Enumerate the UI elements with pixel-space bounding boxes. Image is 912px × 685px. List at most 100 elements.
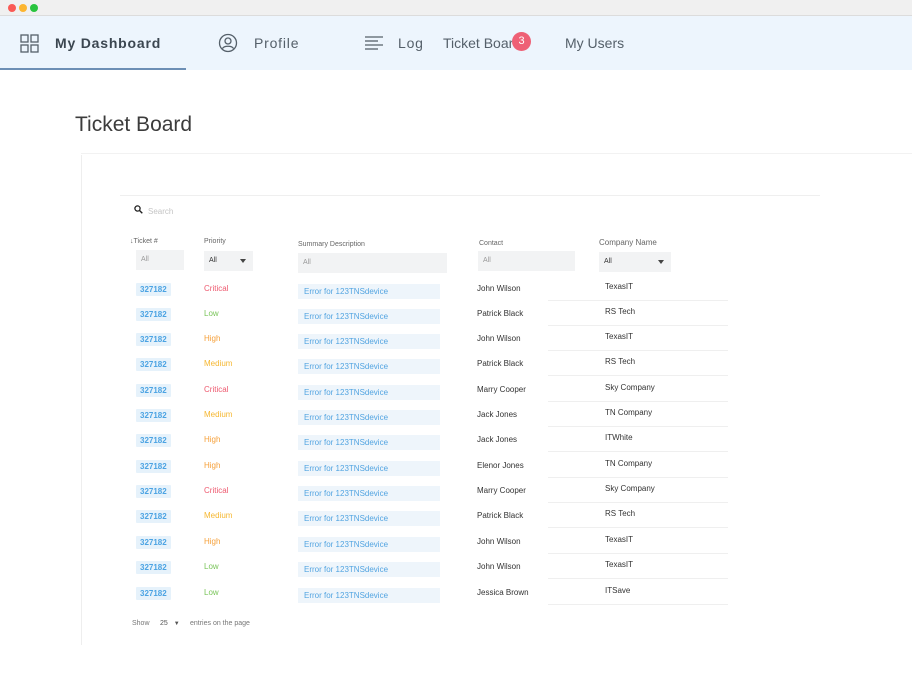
company-name: ITWhite (605, 433, 633, 442)
minimize-window-button[interactable] (19, 4, 27, 12)
summary-link[interactable]: Error for 123TNSdevice (298, 486, 440, 501)
chevron-down-icon (658, 260, 664, 264)
contact-name: Elenor Jones (477, 461, 524, 470)
ticket-id-link[interactable]: 327182 (136, 358, 171, 371)
priority-label: High (204, 537, 221, 546)
priority-label: High (204, 461, 221, 470)
column-header-priority[interactable]: Priority (204, 238, 226, 245)
footer-show-label: Show (132, 620, 150, 627)
priority-label: Medium (204, 511, 233, 520)
row-divider (548, 553, 728, 554)
list-lines-icon (365, 36, 383, 50)
ticket-id-link[interactable]: 327182 (136, 308, 171, 321)
ticket-id-link[interactable]: 327182 (136, 409, 171, 422)
summary-filter-input[interactable]: All (298, 253, 447, 273)
contact-name: John Wilson (477, 537, 521, 546)
company-name: TexasIT (605, 282, 634, 291)
ticket-id-link[interactable]: 327182 (136, 587, 171, 600)
contact-name: Patrick Black (477, 309, 524, 318)
summary-link[interactable]: Error for 123TNSdevice (298, 511, 440, 526)
ticket-id-link[interactable]: 327182 (136, 510, 171, 523)
contact-name: Marry Cooper (477, 486, 526, 495)
active-tab-indicator (0, 68, 186, 70)
ticket-id-link[interactable]: 327182 (136, 460, 171, 473)
search-input[interactable] (148, 204, 348, 218)
summary-link[interactable]: Error for 123TNSdevice (298, 562, 440, 577)
summary-link[interactable]: Error for 123TNSdevice (298, 537, 440, 552)
row-divider (548, 578, 728, 579)
column-header-ticket[interactable]: ↓Ticket # (130, 238, 158, 245)
ticket-id-link[interactable]: 327182 (136, 536, 171, 549)
nav-label-log: Log (398, 35, 424, 51)
user-circle-icon (218, 33, 238, 53)
ticket-id-link[interactable]: 327182 (136, 485, 171, 498)
nav-label-my-users: My Users (565, 35, 625, 51)
summary-link[interactable]: Error for 123TNSdevice (298, 309, 440, 324)
row-divider (548, 604, 728, 605)
company-name: TN Company (605, 459, 653, 468)
nav-label-my-dashboard: My Dashboard (55, 35, 162, 51)
summary-link[interactable]: Error for 123TNSdevice (298, 588, 440, 603)
company-name: TexasIT (605, 560, 634, 569)
ticket-id-link[interactable]: 327182 (136, 283, 171, 296)
company-name: Sky Company (605, 484, 655, 493)
top-navigation: My Dashboard Profile Log Ticket Board 3 … (0, 16, 912, 70)
nav-item-my-users[interactable]: My Users (565, 16, 624, 70)
summary-link[interactable]: Error for 123TNSdevice (298, 461, 440, 476)
column-header-ticket-label: Ticket # (133, 238, 158, 245)
summary-link[interactable]: Error for 123TNSdevice (298, 284, 440, 299)
column-header-contact[interactable]: Contact (479, 240, 503, 247)
priority-label: Low (204, 588, 219, 597)
priority-label: Critical (204, 486, 229, 495)
company-name: TexasIT (605, 535, 634, 544)
nav-item-profile[interactable]: Profile (218, 16, 299, 70)
ticket-id-link[interactable]: 327182 (136, 561, 171, 574)
priority-label: Critical (204, 385, 229, 394)
company-name: Sky Company (605, 383, 655, 392)
grid-icon (20, 33, 39, 53)
panel-border (81, 153, 912, 154)
company-name: RS Tech (605, 509, 636, 518)
row-divider (548, 350, 728, 351)
contact-name: Jack Jones (477, 410, 518, 419)
priority-label: Critical (204, 284, 229, 293)
company-name: RS Tech (605, 307, 636, 316)
summary-link[interactable]: Error for 123TNSdevice (298, 435, 440, 450)
maximize-window-button[interactable] (30, 4, 38, 12)
row-divider (548, 451, 728, 452)
footer-entries-label: entries on the page (190, 620, 250, 627)
priority-label: Medium (204, 410, 233, 419)
nav-label-profile: Profile (254, 35, 300, 51)
search-icon (134, 205, 143, 214)
ticket-filter-input[interactable]: All (136, 250, 184, 270)
nav-item-my-dashboard[interactable]: My Dashboard (20, 16, 161, 70)
priority-label: High (204, 435, 221, 444)
column-header-summary[interactable]: Summary Description (298, 241, 365, 248)
nav-item-ticket-board[interactable]: Ticket Board (443, 16, 521, 70)
page-size-value: 25 (160, 620, 168, 627)
page-size-select[interactable]: 25 ▼ (160, 620, 180, 627)
contact-filter-input[interactable]: All (478, 251, 575, 271)
column-header-company[interactable]: Company Name (599, 238, 657, 247)
contact-name: Patrick Black (477, 511, 524, 520)
summary-link[interactable]: Error for 123TNSdevice (298, 385, 440, 400)
nav-item-log[interactable]: Log (364, 16, 424, 70)
summary-link[interactable]: Error for 123TNSdevice (298, 334, 440, 349)
priority-label: Low (204, 309, 219, 318)
company-filter-select[interactable]: All (599, 252, 671, 272)
contact-name: Jack Jones (477, 435, 518, 444)
summary-link[interactable]: Error for 123TNSdevice (298, 359, 440, 374)
contact-name: John Wilson (477, 284, 521, 293)
summary-link[interactable]: Error for 123TNSdevice (298, 410, 440, 425)
ticket-id-link[interactable]: 327182 (136, 333, 171, 346)
row-divider (548, 426, 728, 427)
ticket-id-link[interactable]: 327182 (136, 384, 171, 397)
contact-name: John Wilson (477, 334, 521, 343)
ticket-count-badge: 3 (512, 32, 531, 51)
ticket-id-link[interactable]: 327182 (136, 434, 171, 447)
company-filter-value: All (604, 258, 612, 265)
window-titlebar (0, 0, 912, 16)
close-window-button[interactable] (8, 4, 16, 12)
priority-filter-select[interactable]: All (204, 251, 253, 271)
row-divider (548, 325, 728, 326)
